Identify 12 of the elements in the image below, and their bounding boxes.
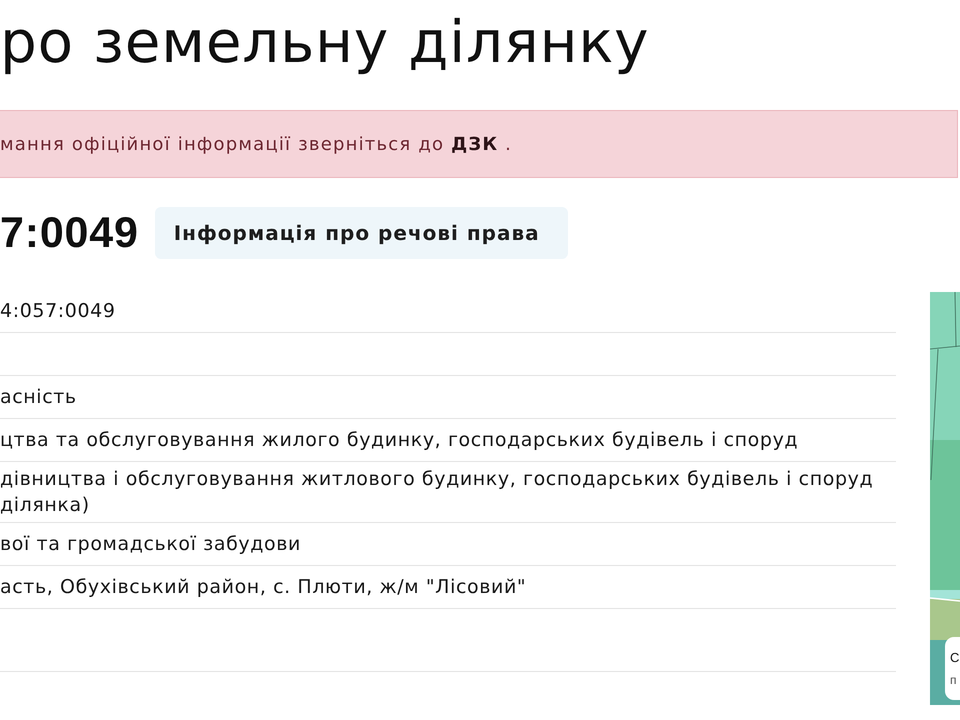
field-value: асть, Обухівський район, с. Плюти, ж/м "Лісовий" xyxy=(0,575,526,600)
page-title: ро земельну ділянку xyxy=(0,8,650,76)
field-value: 4:057:0049 xyxy=(0,299,116,324)
field-value: вої та громадської забудови xyxy=(0,532,301,557)
field-value: цтва та обслуговування жилого будинку, господарських будівель і споруд xyxy=(0,428,798,453)
field-value: дівництва і обслуговування житлового будинку, господарських будівель і споруд ділянка) xyxy=(0,467,874,518)
notice-text: мання офіційної інформації зверніться до ДЗК . xyxy=(0,134,512,154)
popup-text: п xyxy=(950,672,958,686)
cadastral-number: 7:0049 xyxy=(0,208,139,258)
rights-info-button[interactable]: Інформація про речові права xyxy=(154,207,568,259)
field-value: асність xyxy=(0,385,77,410)
popup-text: С xyxy=(950,650,960,664)
